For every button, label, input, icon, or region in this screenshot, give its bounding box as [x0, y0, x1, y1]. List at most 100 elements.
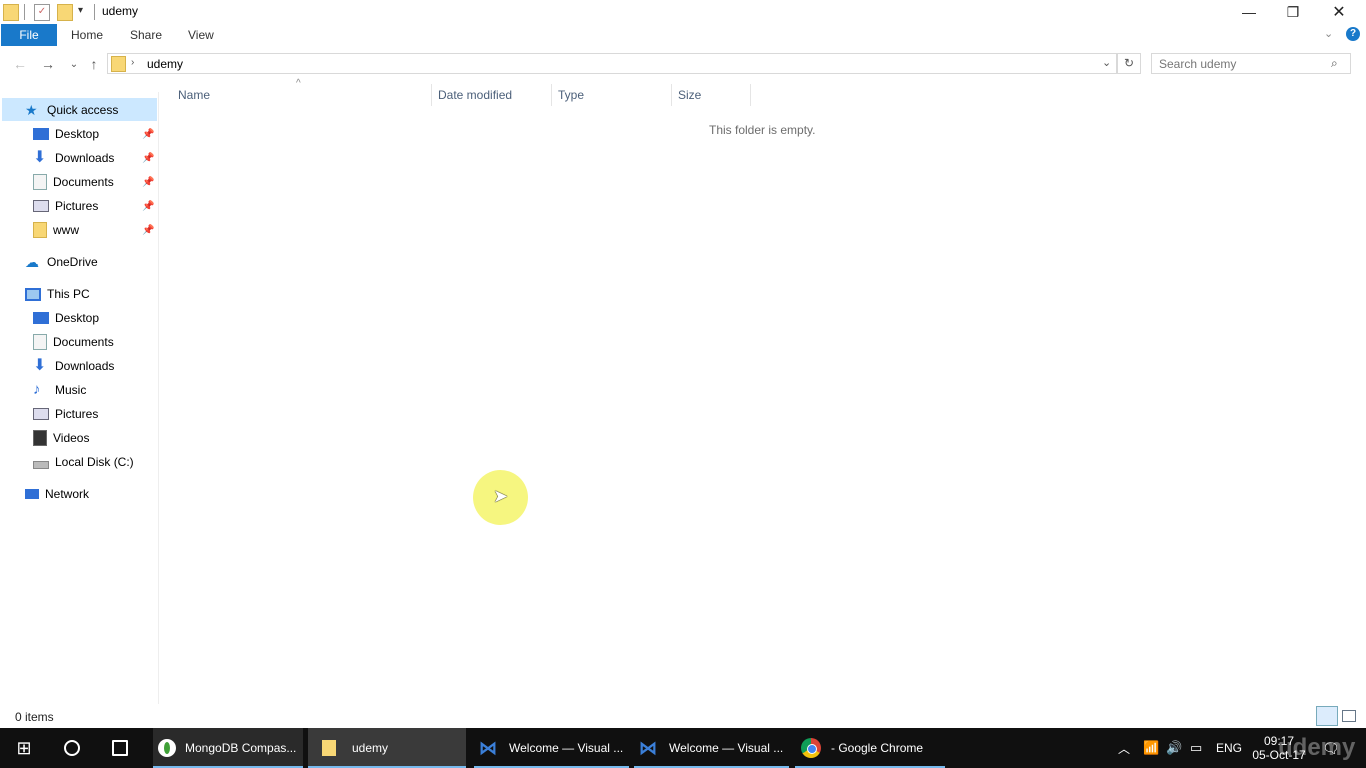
vs-code-icon: ⋈ — [639, 738, 657, 758]
documents-icon — [33, 174, 47, 190]
column-header-type[interactable]: Type — [552, 84, 672, 106]
column-header-name[interactable]: Name — [172, 84, 432, 106]
tab-home[interactable]: Home — [59, 24, 115, 46]
expand-ribbon-icon[interactable]: ⌄ — [1324, 27, 1333, 40]
pin-icon[interactable]: 📌 — [142, 129, 154, 140]
sidebar-item-pc-downloads[interactable]: ⬇ Downloads — [33, 355, 114, 377]
network-icon — [25, 489, 39, 499]
taskbar-udemy[interactable]: udemy — [308, 728, 466, 768]
notification-icon[interactable]: 🗨 — [1322, 728, 1340, 768]
task-view-icon[interactable] — [96, 728, 144, 768]
folder-icon — [3, 4, 19, 21]
taskbar-label: MongoDB Compas... — [185, 741, 297, 755]
search-icon[interactable]: ⌕ — [1331, 56, 1338, 71]
taskbar-vscode-2[interactable]: ⋈ Welcome — Visual ... — [634, 728, 789, 768]
udemy-watermark: udemy — [1278, 734, 1356, 761]
vs-code-icon: ⋈ — [479, 738, 497, 758]
sidebar-item-music[interactable]: ♪ Music — [33, 379, 86, 401]
taskbar-mongodb[interactable]: MongoDB Compas... — [153, 728, 303, 768]
volume-icon[interactable]: 🔊 — [1166, 728, 1182, 768]
sidebar-item-label: This PC — [47, 287, 90, 301]
close-button[interactable]: ✕ — [1316, 0, 1362, 24]
start-icon[interactable]: ⊞ — [0, 728, 48, 768]
pictures-icon — [33, 408, 49, 420]
breadcrumb-chevron-icon[interactable]: › — [131, 57, 134, 68]
sidebar-item-label: Local Disk (C:) — [55, 455, 134, 469]
sidebar-item-desktop[interactable]: Desktop — [33, 123, 99, 145]
divider — [24, 4, 25, 20]
taskbar-chrome[interactable]: - Google Chrome — [795, 728, 945, 768]
music-icon: ♪ — [33, 381, 41, 398]
cortana-icon[interactable] — [48, 728, 96, 768]
network-icon[interactable]: 📶 — [1143, 728, 1159, 768]
search-placeholder: Search udemy — [1159, 57, 1237, 71]
help-icon[interactable]: ? — [1346, 27, 1360, 41]
sidebar-item-local-disk[interactable]: Local Disk (C:) — [33, 451, 134, 473]
forward-icon[interactable]: → — [38, 54, 58, 74]
refresh-icon[interactable]: ↻ — [1117, 53, 1141, 74]
empty-folder-message: This folder is empty. — [709, 123, 816, 137]
star-icon: ★ — [25, 102, 38, 118]
tab-view[interactable]: View — [176, 24, 226, 46]
new-folder-icon[interactable] — [57, 4, 73, 21]
desktop-icon — [33, 128, 49, 140]
sidebar-item-this-pc[interactable]: This PC — [25, 283, 90, 305]
up-icon[interactable]: ↑ — [84, 54, 104, 74]
window-title: udemy — [102, 4, 139, 18]
sidebar-item-www[interactable]: www — [33, 219, 79, 241]
sidebar-item-label: Desktop — [55, 311, 100, 325]
pin-icon[interactable]: 📌 — [142, 225, 154, 236]
address-bar[interactable] — [107, 53, 1117, 74]
sidebar-item-label: Documents — [53, 175, 114, 189]
minimize-button[interactable]: — — [1226, 0, 1272, 24]
pin-icon[interactable]: 📌 — [142, 153, 154, 164]
tab-file[interactable]: File — [1, 24, 57, 46]
sidebar-item-label: www — [53, 223, 79, 237]
sidebar-item-label: Downloads — [55, 151, 115, 165]
sidebar-item-onedrive[interactable]: ☁ OneDrive — [25, 251, 98, 273]
computer-icon — [25, 287, 41, 301]
sidebar-item-quick-access[interactable]: ★ Quick access — [25, 99, 118, 121]
mongodb-icon — [158, 739, 176, 757]
battery-icon[interactable]: ▭ — [1190, 728, 1202, 768]
column-header-size[interactable]: Size — [672, 84, 751, 106]
back-icon[interactable]: ← — [10, 54, 30, 74]
language-indicator[interactable]: ENG — [1216, 728, 1242, 768]
desktop-icon — [33, 312, 49, 324]
details-view-icon[interactable] — [1316, 706, 1338, 726]
breadcrumb[interactable]: udemy — [147, 57, 183, 71]
sidebar-item-pictures[interactable]: Pictures — [33, 195, 98, 217]
sidebar-item-documents[interactable]: Documents — [33, 171, 114, 193]
restore-button[interactable]: ❐ — [1270, 0, 1316, 24]
column-header-date-modified[interactable]: Date modified — [432, 84, 552, 106]
chrome-icon — [801, 738, 821, 758]
sidebar-item-label: Music — [55, 383, 87, 397]
pin-icon[interactable]: 📌 — [142, 201, 154, 212]
customize-qa-icon[interactable]: ▾ — [78, 5, 83, 16]
sidebar-item-pc-desktop[interactable]: Desktop — [33, 307, 99, 329]
download-icon: ⬇ — [33, 357, 47, 374]
pin-icon[interactable]: 📌 — [142, 177, 154, 188]
download-icon: ⬇ — [33, 149, 47, 166]
properties-icon[interactable]: ✓ — [34, 4, 50, 21]
sort-ascending-icon: ^ — [296, 78, 301, 89]
sidebar-item-pc-pictures[interactable]: Pictures — [33, 403, 98, 425]
cloud-icon: ☁ — [25, 254, 39, 270]
chevron-down-icon[interactable]: ⌄ — [1102, 56, 1111, 69]
sidebar-item-label: Pictures — [55, 407, 99, 421]
sidebar-item-network[interactable]: Network — [25, 483, 89, 505]
taskbar-vscode-1[interactable]: ⋈ Welcome — Visual ... — [474, 728, 629, 768]
sidebar-item-downloads[interactable]: ⬇ Downloads — [33, 147, 114, 169]
sidebar-item-pc-documents[interactable]: Documents — [33, 331, 114, 353]
folder-icon — [322, 740, 336, 756]
folder-icon — [33, 222, 47, 238]
divider — [94, 4, 95, 20]
recent-locations-icon[interactable]: ⌄ — [64, 54, 84, 74]
show-hidden-icons-icon[interactable]: ︿ — [1118, 728, 1130, 768]
sidebar-item-label: Network — [45, 487, 90, 501]
title-bar — [0, 0, 1366, 24]
tab-share[interactable]: Share — [118, 24, 174, 46]
large-icons-view-icon[interactable] — [1342, 710, 1356, 722]
sidebar-item-videos[interactable]: Videos — [33, 427, 89, 449]
drive-icon — [33, 461, 49, 469]
